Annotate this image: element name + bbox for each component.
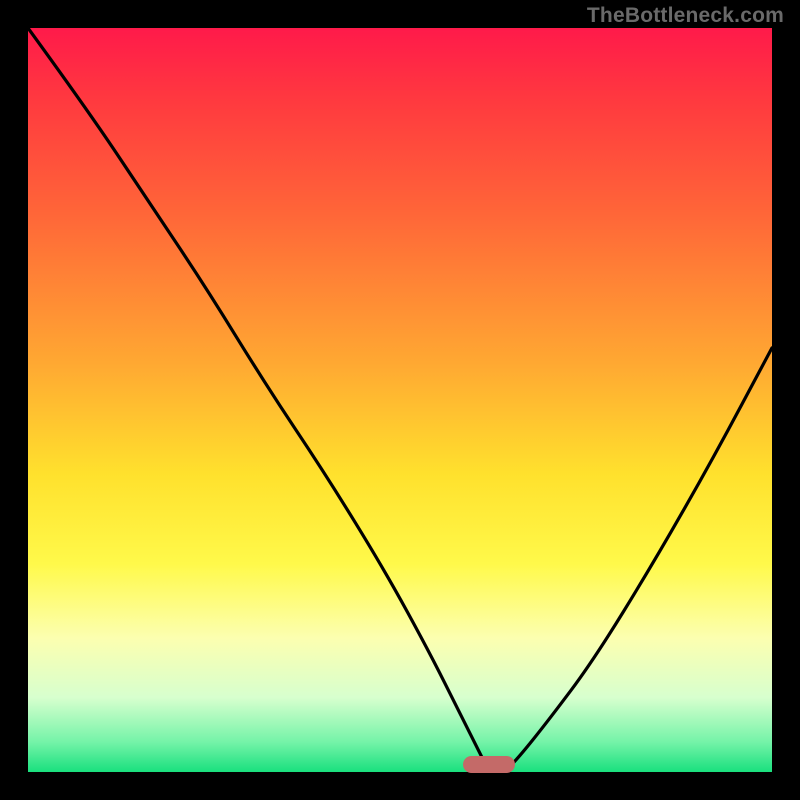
optimal-range-marker: [463, 756, 515, 773]
bottleneck-curve: [28, 28, 772, 772]
chart-frame: TheBottleneck.com: [0, 0, 800, 800]
plot-area: [28, 28, 772, 772]
watermark-text: TheBottleneck.com: [587, 4, 784, 28]
